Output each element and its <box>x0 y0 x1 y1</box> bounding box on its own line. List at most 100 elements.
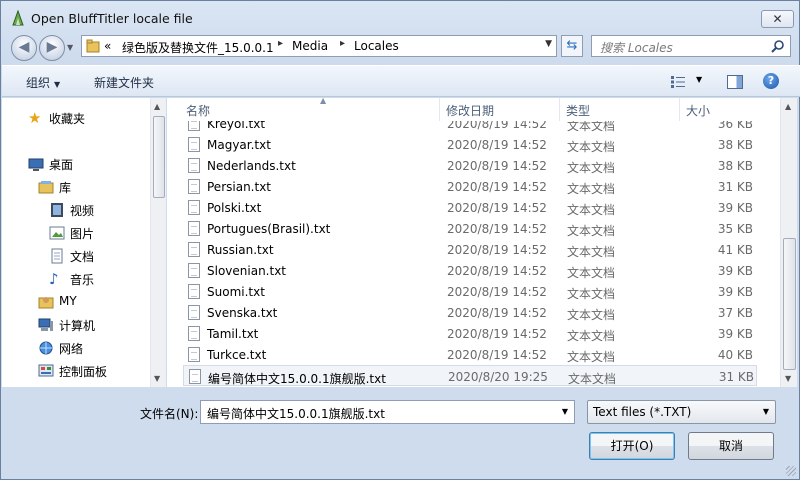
breadcrumb-locales[interactable]: Locales <box>354 39 399 53</box>
breadcrumb-media[interactable]: Media <box>292 39 328 53</box>
file-name: Slovenian.txt <box>207 264 287 278</box>
nav-videos-label: 视频 <box>70 204 95 218</box>
text-file-icon <box>188 121 200 131</box>
column-header-size[interactable]: 大小 <box>681 98 780 121</box>
computer-icon <box>38 318 53 331</box>
text-file-icon <box>188 242 200 257</box>
column-name-label: 名称 <box>186 104 211 118</box>
file-row[interactable]: Slovenian.txt 2020/8/19 14:52 文本文档 39 KB <box>183 260 757 281</box>
scroll-down-icon[interactable]: ▼ <box>154 374 160 383</box>
preview-pane-icon[interactable] <box>727 75 743 89</box>
file-date: 2020/8/19 14:52 <box>447 121 547 131</box>
file-row[interactable]: 编号简体中文15.0.0.1旗舰版.txt 2020/8/20 19:25 文本文档… <box>183 365 757 386</box>
file-size: 38 KB <box>717 159 753 173</box>
view-options-icon[interactable] <box>670 75 686 89</box>
file-type: 文本文档 <box>567 329 616 343</box>
file-list-scroll-thumb[interactable] <box>783 238 796 370</box>
file-row[interactable]: Russian.txt 2020/8/19 14:52 文本文档 41 KB <box>183 239 757 260</box>
file-type: 文本文档 <box>567 182 616 196</box>
back-arrow-icon: ◀ <box>18 39 30 55</box>
file-size: 39 KB <box>717 201 753 215</box>
scroll-down-icon[interactable]: ▼ <box>785 374 791 383</box>
scroll-up-icon[interactable]: ▲ <box>154 102 160 111</box>
file-size: 41 KB <box>717 243 753 257</box>
organize-menu[interactable]: 组织 ▼ <box>26 74 60 91</box>
search-box[interactable]: 搜索 Locales <box>591 35 791 57</box>
new-folder-button[interactable]: 新建文件夹 <box>94 74 154 91</box>
file-row[interactable]: Svenska.txt 2020/8/19 14:52 文本文档 37 KB <box>183 302 757 323</box>
file-date: 2020/8/19 14:52 <box>447 222 547 236</box>
breadcrumb-separator-icon[interactable]: ▸ <box>278 38 283 49</box>
cancel-button[interactable]: 取消 <box>688 432 774 460</box>
file-row[interactable]: Nederlands.txt 2020/8/19 14:52 文本文档 38 KB <box>183 155 757 176</box>
breadcrumb-separator-icon[interactable]: ▸ <box>340 38 345 49</box>
column-header-type[interactable]: 类型 <box>561 98 680 121</box>
text-file-icon <box>188 179 200 194</box>
nav-computer-label: 计算机 <box>59 319 96 333</box>
documents-icon <box>51 248 63 264</box>
navigation-pane: ★ 收藏夹 桌面 库 视频 图片 文档 ♪ 音乐 MY 计算机 网络 控制面板 … <box>2 98 166 387</box>
file-row[interactable]: Kreyol.txt 2020/8/19 14:52 文本文档 36 KB <box>183 121 757 134</box>
filename-dropdown-icon[interactable]: ▼ <box>562 407 568 416</box>
refresh-icon: ⇆ <box>566 38 578 53</box>
file-row[interactable]: Suomi.txt 2020/8/19 14:52 文本文档 39 KB <box>183 281 757 302</box>
file-list: ▲ 名称 修改日期 类型 大小 Kreyol.txt 2020/8/19 14:5… <box>167 96 780 387</box>
text-file-icon <box>188 221 200 236</box>
text-file-icon <box>189 369 201 384</box>
filename-label: 文件名(N): <box>140 407 199 421</box>
file-name: Portugues(Brasil).txt <box>207 222 331 236</box>
file-name: Magyar.txt <box>207 138 271 152</box>
address-dropdown-icon[interactable]: ▼ <box>545 39 552 49</box>
file-row[interactable]: Polski.txt 2020/8/19 14:52 文本文档 39 KB <box>183 197 757 218</box>
file-row[interactable]: Turkce.txt 2020/8/19 14:52 文本文档 40 KB <box>183 344 757 365</box>
pictures-icon <box>49 226 65 240</box>
file-size: 36 KB <box>717 121 753 131</box>
refresh-button[interactable]: ⇆ <box>561 35 583 57</box>
network-icon <box>39 341 53 355</box>
control-panel-icon <box>38 364 54 377</box>
address-bar[interactable]: « 绿色版及替换文件_15.0.0.1 ▸ Media ▸ Locales ▼ <box>81 35 557 57</box>
file-date: 2020/8/19 14:52 <box>447 327 547 341</box>
resize-grip[interactable] <box>786 466 796 476</box>
text-file-icon <box>188 263 200 278</box>
nav-scroll-thumb[interactable] <box>153 116 165 198</box>
nav-scrollbar[interactable]: ▲ ▼ <box>150 98 166 387</box>
column-header-date[interactable]: 修改日期 <box>441 98 560 121</box>
file-type-select[interactable]: Text files (*.TXT) ▼ <box>587 400 776 424</box>
file-row[interactable]: Persian.txt 2020/8/19 14:52 文本文档 31 KB <box>183 176 757 197</box>
file-name: Turkce.txt <box>207 348 267 362</box>
file-row[interactable]: Tamil.txt 2020/8/19 14:52 文本文档 39 KB <box>183 323 757 344</box>
file-name: Kreyol.txt <box>207 121 266 131</box>
file-name: Nederlands.txt <box>207 159 296 173</box>
view-dropdown-icon[interactable]: ▼ <box>696 75 702 84</box>
back-button[interactable]: ◀ <box>11 35 37 61</box>
search-icon[interactable] <box>771 39 785 53</box>
scroll-up-icon[interactable]: ▲ <box>785 102 791 111</box>
file-row[interactable]: Portugues(Brasil).txt 2020/8/19 14:52 文本文档… <box>183 218 757 239</box>
filename-input[interactable]: 编号简体中文15.0.0.1旗舰版.txt ▼ <box>200 400 575 424</box>
file-row[interactable]: Magyar.txt 2020/8/19 14:52 文本文档 38 KB <box>183 134 757 155</box>
title-bar: Open BluffTitler locale file ✕ <box>1 1 799 35</box>
file-date: 2020/8/19 14:52 <box>447 201 547 215</box>
file-size: 40 KB <box>717 348 753 362</box>
file-size: 31 KB <box>718 370 754 384</box>
open-file-dialog: Open BluffTitler locale file ✕ ◀ ▶ ▼ « 绿… <box>0 0 800 480</box>
breadcrumb-folder[interactable]: 绿色版及替换文件_15.0.0.1 <box>122 39 274 56</box>
forward-button[interactable]: ▶ <box>39 35 65 61</box>
nav-desktop-label: 桌面 <box>49 158 74 172</box>
help-icon[interactable]: ? <box>763 73 779 89</box>
file-type: 文本文档 <box>567 287 616 301</box>
recent-locations-dropdown-icon[interactable]: ▼ <box>67 43 73 52</box>
close-button[interactable]: ✕ <box>761 10 794 28</box>
file-type-value: Text files (*.TXT) <box>593 405 692 419</box>
file-list-scrollbar[interactable]: ▲ ▼ <box>780 98 797 387</box>
open-button[interactable]: 打开(O) <box>589 432 675 460</box>
breadcrumb-overflow[interactable]: « <box>104 39 111 53</box>
file-name: Suomi.txt <box>207 285 265 299</box>
file-size: 39 KB <box>717 285 753 299</box>
text-file-icon <box>188 326 200 341</box>
file-name: Svenska.txt <box>207 306 278 320</box>
column-date-label: 修改日期 <box>446 104 495 118</box>
chevron-down-icon[interactable]: ▼ <box>763 407 769 416</box>
column-header-name[interactable]: ▲ 名称 <box>181 96 440 121</box>
